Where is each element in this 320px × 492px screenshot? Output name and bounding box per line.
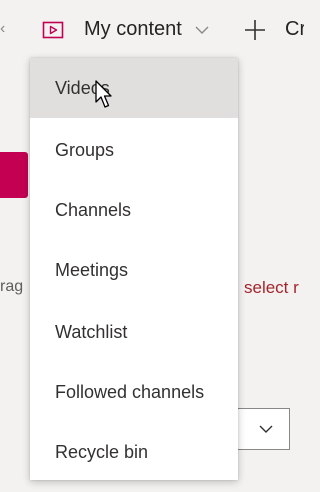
partial-text: rag bbox=[0, 278, 24, 295]
mouse-pointer-icon bbox=[95, 80, 112, 108]
video-content-icon[interactable] bbox=[42, 21, 64, 39]
menu-item-channels[interactable]: Channels bbox=[30, 180, 238, 240]
menu-item-watchlist[interactable]: Watchlist bbox=[30, 302, 238, 362]
menu-item-followed-channels[interactable]: Followed channels bbox=[30, 362, 238, 422]
menu-item-label: Watchlist bbox=[55, 321, 128, 342]
menu-item-videos[interactable]: Videos bbox=[30, 58, 238, 118]
select-link[interactable]: select r bbox=[244, 278, 304, 298]
menu-item-label: Followed channels bbox=[55, 381, 205, 402]
command-bar: ‹ My content Cr bbox=[0, 0, 304, 62]
menu-item-meetings[interactable]: Meetings bbox=[30, 240, 238, 300]
back-chevron-icon[interactable]: ‹ bbox=[0, 20, 5, 38]
dropdown-chevron-icon bbox=[259, 425, 273, 433]
menu-item-label: Groups bbox=[55, 139, 115, 160]
menu-item-label: Recycle bin bbox=[55, 441, 149, 462]
menu-item-label: Meetings bbox=[55, 259, 129, 280]
chevron-down-icon[interactable] bbox=[194, 24, 210, 36]
menu-item-label: Channels bbox=[55, 199, 132, 220]
menu-item-groups[interactable]: Groups bbox=[30, 120, 238, 180]
my-content-menu: Videos Groups Channels Meetings Watchlis… bbox=[30, 58, 238, 480]
primary-action-button[interactable] bbox=[0, 152, 28, 198]
menu-item-recycle-bin[interactable]: Recycle bin bbox=[30, 422, 238, 482]
my-content-button[interactable]: My content bbox=[84, 18, 182, 41]
create-button[interactable]: Cr bbox=[285, 18, 304, 41]
plus-icon[interactable] bbox=[243, 18, 267, 42]
